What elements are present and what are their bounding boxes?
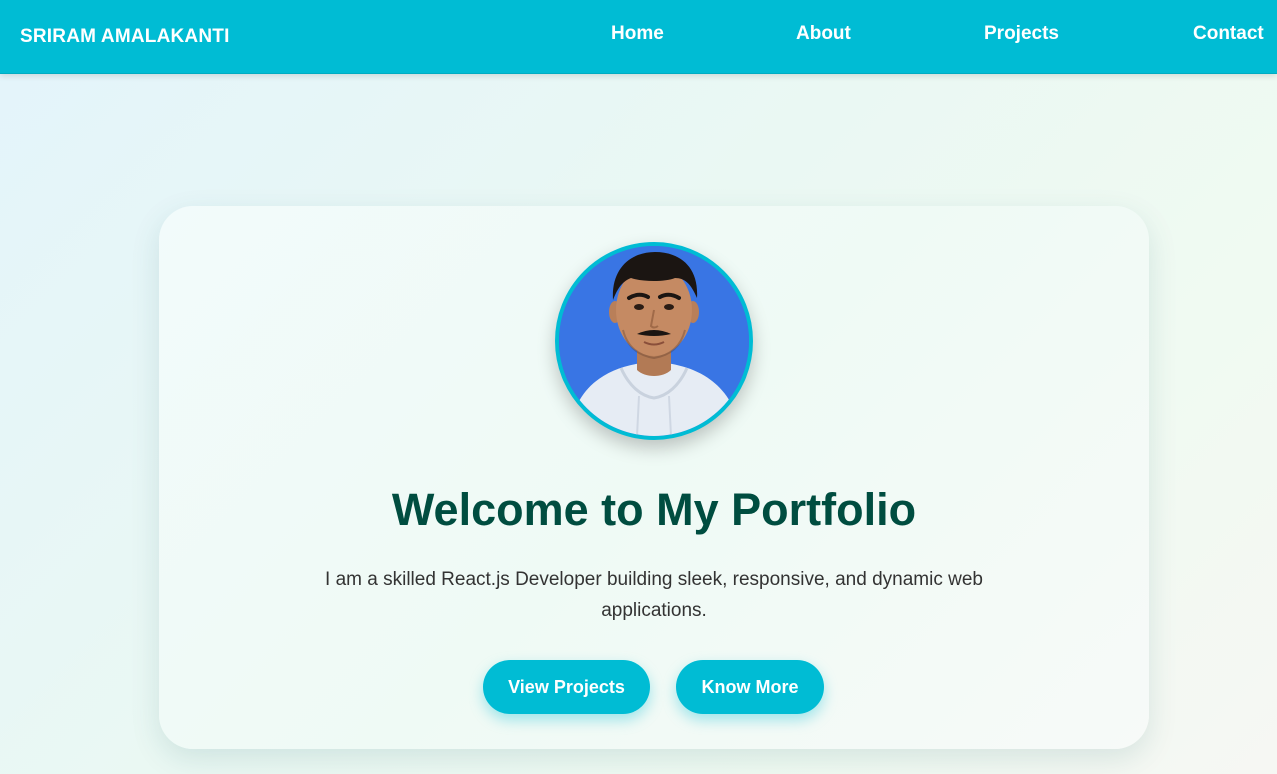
avatar bbox=[555, 242, 753, 440]
hero-card: Welcome to My Portfolio I am a skilled R… bbox=[159, 206, 1149, 749]
hero-description: I am a skilled React.js Developer buildi… bbox=[325, 569, 983, 621]
brand-name[interactable]: SRIRAM AMALAKANTI bbox=[20, 26, 230, 48]
navbar: SRIRAM AMALAKANTI Home About Projects Co… bbox=[0, 0, 1277, 74]
know-more-button[interactable]: Know More bbox=[676, 660, 824, 714]
profile-photo-icon bbox=[559, 246, 749, 436]
view-projects-button[interactable]: View Projects bbox=[483, 660, 650, 714]
nav-link-about[interactable]: About bbox=[796, 23, 851, 45]
nav-link-home[interactable]: Home bbox=[611, 23, 664, 45]
nav-link-contact[interactable]: Contact bbox=[1193, 23, 1264, 45]
nav-link-projects[interactable]: Projects bbox=[984, 23, 1059, 45]
hero-title: Welcome to My Portfolio bbox=[391, 484, 917, 535]
